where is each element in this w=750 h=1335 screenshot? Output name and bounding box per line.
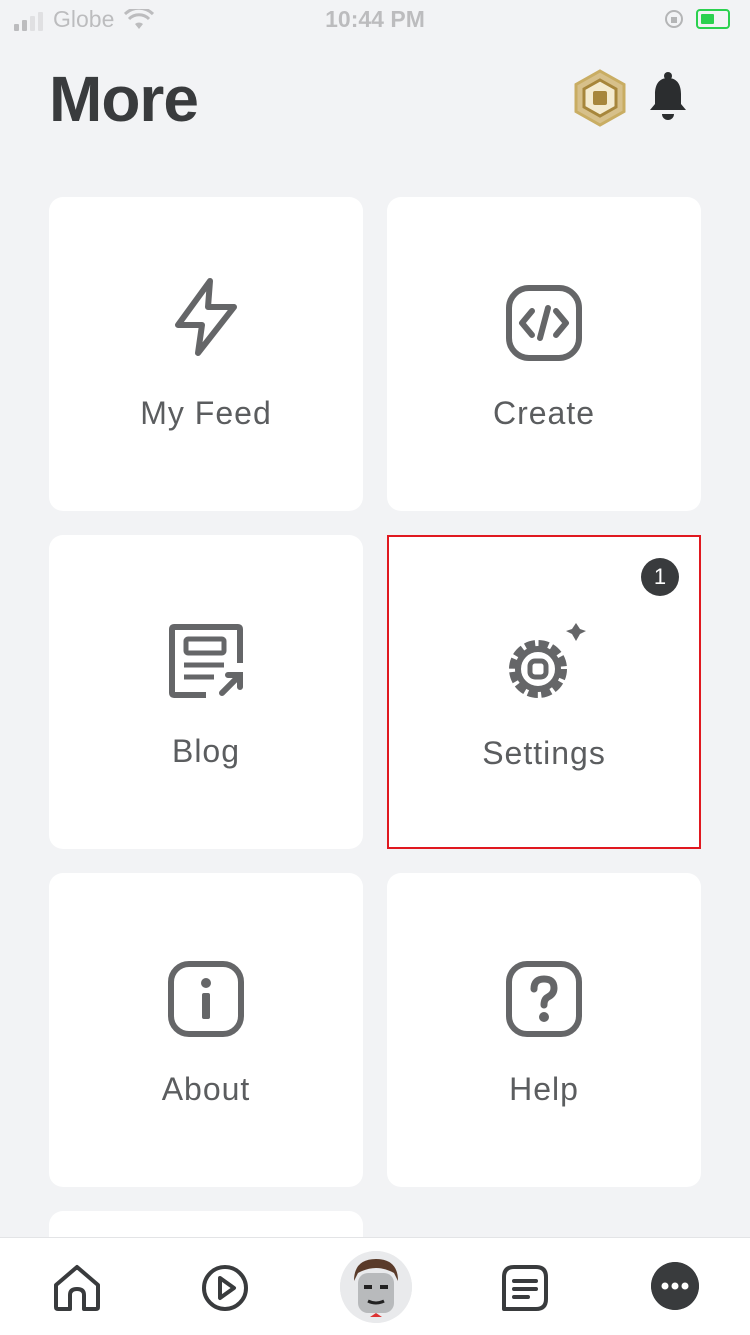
home-icon[interactable] (52, 1263, 102, 1313)
notification-badge: 1 (641, 558, 679, 596)
robux-icon[interactable] (570, 68, 630, 128)
status-bar: Globe 10:44 PM (0, 0, 750, 42)
tile-label: Settings (482, 735, 606, 771)
status-right-group (664, 9, 730, 29)
info-icon (168, 961, 244, 1037)
tile-label: Create (492, 395, 596, 431)
tile-settings[interactable]: 1 Settings (387, 535, 701, 849)
tile-create[interactable]: Create (387, 197, 701, 511)
notification-bell-icon[interactable] (646, 70, 690, 122)
gear-icon (509, 623, 586, 698)
help-icon (506, 961, 582, 1037)
tile-about[interactable]: About (49, 873, 363, 1187)
tile-help[interactable]: Help (387, 873, 701, 1187)
more-icon[interactable] (651, 1262, 699, 1310)
avatar-image (340, 1251, 412, 1323)
orientation-lock-icon (665, 10, 683, 28)
avatar[interactable] (340, 1251, 412, 1323)
blog-icon (169, 624, 243, 698)
page-title: More (49, 63, 199, 135)
status-time: 10:44 PM (325, 6, 425, 32)
tile-label: Help (509, 1071, 579, 1107)
bottom-nav (0, 1237, 750, 1335)
tile-label: About (161, 1071, 251, 1107)
tile-label: Blog (171, 733, 241, 769)
tile-blog[interactable]: Blog (49, 535, 363, 849)
code-icon (506, 285, 582, 361)
tile-label: My Feed (140, 395, 272, 431)
lightning-icon (175, 278, 237, 356)
battery-icon (696, 9, 730, 29)
discover-icon[interactable] (200, 1263, 250, 1313)
tile-my-feed[interactable]: My Feed (49, 197, 363, 511)
chat-icon[interactable] (500, 1263, 550, 1313)
